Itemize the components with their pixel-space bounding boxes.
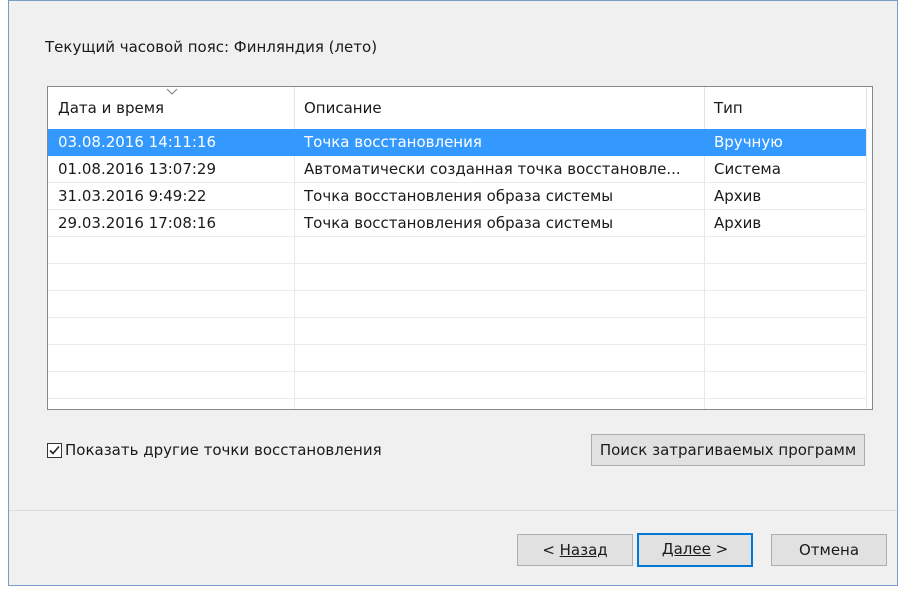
cell-type: Архив bbox=[714, 214, 762, 232]
show-more-checkbox-row[interactable]: Показать другие точки восстановления bbox=[47, 440, 382, 460]
sort-descending-icon bbox=[166, 88, 178, 95]
checkmark-icon bbox=[49, 445, 60, 455]
table-row[interactable]: 31.03.2016 9:49:22 Точка восстановления о… bbox=[48, 183, 866, 210]
list-header: Дата и время Описание Тип bbox=[48, 87, 872, 129]
grid-row-line bbox=[48, 398, 866, 399]
grid-row-line bbox=[48, 317, 866, 318]
cell-type: Архив bbox=[714, 187, 762, 205]
next-arrow-text: > bbox=[710, 540, 729, 558]
cell-date: 29.03.2016 17:08:16 bbox=[58, 214, 217, 232]
cell-description: Точка восстановления bbox=[304, 133, 482, 151]
cancel-button[interactable]: Отмена bbox=[771, 534, 887, 566]
next-button[interactable]: Далее > bbox=[637, 533, 753, 567]
cell-date: 31.03.2016 9:49:22 bbox=[58, 187, 207, 205]
restore-dialog: Текущий часовой пояс: Финляндия (лето) Д… bbox=[8, 0, 898, 586]
cell-description: Автоматически созданная точка восстановл… bbox=[304, 160, 681, 178]
top-border bbox=[9, 0, 897, 1]
restore-points-list[interactable]: Дата и время Описание Тип 03.08.2016 14:… bbox=[47, 86, 873, 410]
scan-affected-programs-button[interactable]: Поиск затрагиваемых программ bbox=[591, 434, 865, 466]
cell-description: Точка восстановления образа системы bbox=[304, 214, 614, 232]
back-arrow-text: < bbox=[542, 541, 560, 559]
table-row[interactable]: 29.03.2016 17:08:16 Точка восстановления … bbox=[48, 210, 866, 237]
timezone-label: Текущий часовой пояс: Финляндия (лето) bbox=[45, 38, 378, 56]
cell-type: Система bbox=[714, 160, 781, 178]
table-row[interactable]: 01.08.2016 13:07:29 Автоматически созданн… bbox=[48, 156, 866, 183]
column-header-description[interactable]: Описание bbox=[294, 87, 704, 129]
grid-row-line bbox=[48, 263, 866, 264]
footer-divider bbox=[9, 510, 897, 511]
cell-date: 01.08.2016 13:07:29 bbox=[58, 160, 217, 178]
grid-row-line bbox=[48, 344, 866, 345]
next-label: Далее bbox=[661, 540, 711, 558]
table-row[interactable]: 03.08.2016 14:11:16 Точка восстановления В… bbox=[48, 129, 866, 156]
show-more-label: Показать другие точки восстановления bbox=[65, 441, 382, 459]
cell-description: Точка восстановления образа системы bbox=[304, 187, 614, 205]
cell-type: Вручную bbox=[714, 133, 783, 151]
grid-row-line bbox=[48, 290, 866, 291]
grid-row-line bbox=[48, 371, 866, 372]
back-label: Назад bbox=[559, 541, 608, 559]
show-more-checkbox[interactable] bbox=[47, 442, 62, 458]
column-header-type[interactable]: Тип bbox=[704, 87, 866, 129]
cell-date: 03.08.2016 14:11:16 bbox=[58, 133, 217, 151]
back-button[interactable]: < Назад bbox=[517, 534, 633, 566]
header-separator bbox=[866, 87, 867, 129]
grid-column-line bbox=[866, 129, 867, 409]
